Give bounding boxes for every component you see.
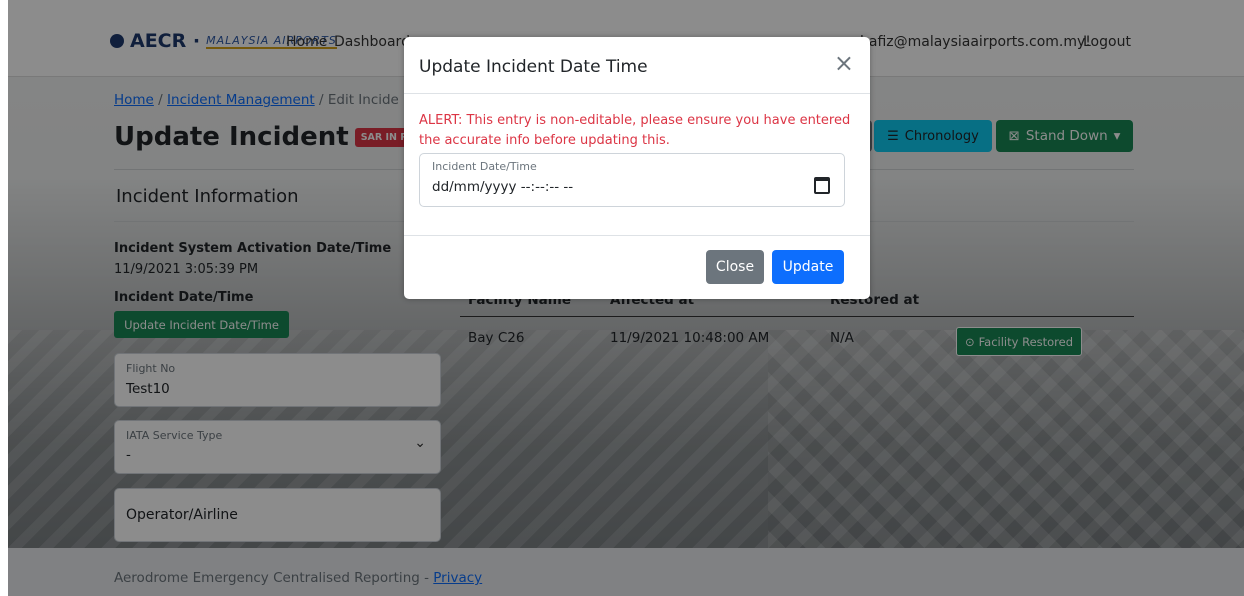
- update-date-modal: Update Incident Date Time × ALERT: This …: [404, 37, 870, 299]
- modal-footer-divider: [404, 235, 870, 236]
- datetime-label: Incident Date/Time: [432, 160, 537, 173]
- modal-header-divider: [404, 93, 870, 94]
- incident-datetime-input[interactable]: Incident Date/Time dd/mm/yyyy --:--:-- -…: [419, 153, 845, 207]
- update-button[interactable]: Update: [772, 250, 844, 284]
- alert-message: ALERT: This entry is non-editable, pleas…: [419, 113, 851, 148]
- page: AECR · MALAYSIA AIRPORTS Home Dashboard …: [8, 0, 1244, 596]
- close-icon[interactable]: ×: [834, 51, 854, 75]
- datetime-value: dd/mm/yyyy --:--:-- --: [432, 179, 574, 195]
- close-button[interactable]: Close: [706, 250, 764, 284]
- modal-title: Update Incident Date Time: [419, 57, 648, 77]
- calendar-icon[interactable]: [814, 177, 830, 194]
